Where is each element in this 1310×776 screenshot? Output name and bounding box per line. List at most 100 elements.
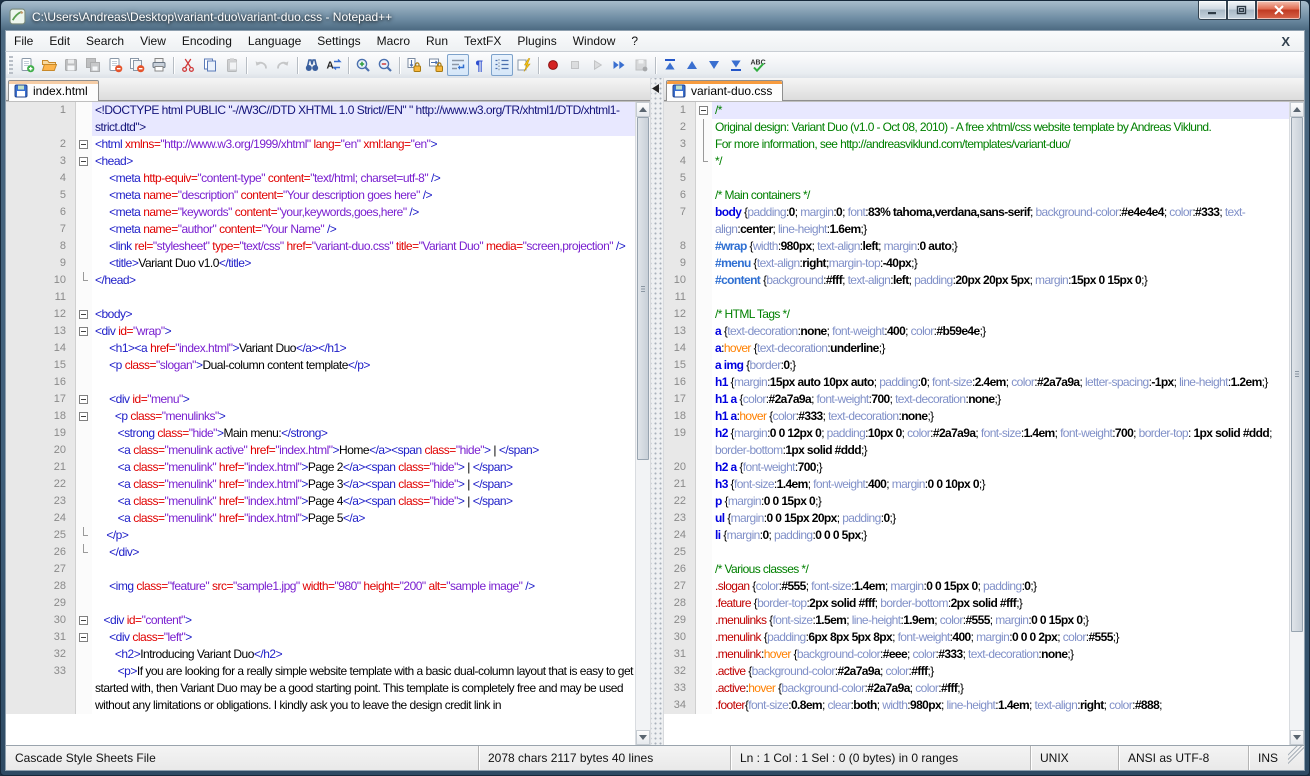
line-number[interactable]: 8 bbox=[664, 238, 696, 255]
code-text[interactable]: <meta name="description" content="Your d… bbox=[92, 187, 635, 204]
menu-item-plugins[interactable]: Plugins bbox=[509, 31, 564, 51]
line-number[interactable]: 25 bbox=[664, 544, 696, 561]
code-text[interactable]: <link rel="stylesheet" type="text/css" h… bbox=[92, 238, 635, 255]
line-number[interactable]: 34 bbox=[664, 697, 696, 714]
fold-margin[interactable] bbox=[76, 612, 92, 629]
line-number[interactable]: 16 bbox=[6, 374, 76, 391]
line-number[interactable]: 15 bbox=[664, 357, 696, 374]
undo-button[interactable] bbox=[250, 54, 272, 76]
line-number[interactable]: 30 bbox=[664, 629, 696, 646]
cut-button[interactable] bbox=[177, 54, 199, 76]
line-number[interactable]: 11 bbox=[664, 289, 696, 306]
line-number[interactable]: 29 bbox=[664, 612, 696, 629]
line-number[interactable]: 19 bbox=[6, 425, 76, 442]
code-text[interactable]: <!DOCTYPE html PUBLIC "-//W3C//DTD XHTML… bbox=[92, 102, 635, 136]
code-text[interactable]: <div id="wrap"> bbox=[92, 323, 635, 340]
line-number[interactable]: 14 bbox=[664, 340, 696, 357]
open-file-button[interactable] bbox=[38, 54, 60, 76]
code-text[interactable]: <p class="menulinks"> bbox=[92, 408, 635, 425]
fold-margin[interactable] bbox=[76, 323, 92, 340]
save-all-button[interactable] bbox=[82, 54, 104, 76]
code-text[interactable]: <a class="menulink" href="index.html">Pa… bbox=[92, 459, 635, 476]
line-number[interactable]: 9 bbox=[664, 255, 696, 272]
code-text[interactable]: </head> bbox=[92, 272, 635, 289]
code-text[interactable]: #wrap {width:980px; text-align:left; mar… bbox=[712, 238, 1289, 255]
collapse-fold-icon[interactable] bbox=[79, 157, 88, 166]
tab-index-html[interactable]: index.html bbox=[8, 80, 99, 101]
line-number[interactable]: 12 bbox=[664, 306, 696, 323]
zoom-out-button[interactable] bbox=[374, 54, 396, 76]
code-text[interactable]: #menu {text-align:right;margin-top:-40px… bbox=[712, 255, 1289, 272]
code-text[interactable]: h2 a {font-weight:700;} bbox=[712, 459, 1289, 476]
sync-horizontal-scrolling-button[interactable] bbox=[425, 54, 447, 76]
spell-check-button[interactable]: ABC bbox=[747, 54, 769, 76]
line-number[interactable]: 20 bbox=[6, 442, 76, 459]
code-text[interactable]: .active:hover {background-color:#2a7a9a;… bbox=[712, 680, 1289, 697]
scroll-up-button[interactable] bbox=[1290, 102, 1304, 117]
line-number[interactable]: 3 bbox=[6, 153, 76, 170]
save-file-button[interactable] bbox=[60, 54, 82, 76]
line-number[interactable]: 7 bbox=[6, 221, 76, 238]
code-text[interactable]: <h2>Introducing Variant Duo</h2> bbox=[92, 646, 635, 663]
menu-item-[interactable]: ? bbox=[623, 31, 646, 51]
code-text[interactable]: <div class="left"> bbox=[92, 629, 635, 646]
code-text[interactable]: h1 a {color:#2a7a9a; font-weight:700; te… bbox=[712, 391, 1289, 408]
line-number[interactable]: 5 bbox=[6, 187, 76, 204]
code-text[interactable]: a {text-decoration:none; font-weight:400… bbox=[712, 323, 1289, 340]
menu-item-language[interactable]: Language bbox=[240, 31, 309, 51]
scrollbar-thumb[interactable] bbox=[637, 117, 649, 460]
code-text[interactable]: .slogan {color:#555; font-size:1.4em; ma… bbox=[712, 578, 1289, 595]
fold-margin[interactable] bbox=[76, 391, 92, 408]
code-text[interactable]: h2 {margin:0 0 12px 0; padding:10px 0; c… bbox=[712, 425, 1289, 459]
code-text[interactable]: .menulink {padding:6px 8px 5px 8px; font… bbox=[712, 629, 1289, 646]
menu-item-settings[interactable]: Settings bbox=[309, 31, 368, 51]
fold-margin[interactable] bbox=[76, 408, 92, 425]
line-number[interactable]: 16 bbox=[664, 374, 696, 391]
close-document-button[interactable]: X bbox=[1277, 34, 1294, 49]
scroll-down-button[interactable] bbox=[1290, 730, 1304, 745]
line-number[interactable]: 18 bbox=[6, 408, 76, 425]
line-number[interactable]: 17 bbox=[664, 391, 696, 408]
line-number[interactable]: 30 bbox=[6, 612, 76, 629]
code-text[interactable]: <a class="menulink" href="index.html">Pa… bbox=[92, 493, 635, 510]
line-number[interactable]: 13 bbox=[664, 323, 696, 340]
restore-button[interactable] bbox=[1227, 1, 1256, 20]
line-number[interactable]: 1 bbox=[6, 102, 76, 136]
line-number[interactable]: 7 bbox=[664, 204, 696, 238]
line-number[interactable]: 28 bbox=[664, 595, 696, 612]
code-text[interactable]: /* Main containers */ bbox=[712, 187, 1289, 204]
code-text[interactable]: Original design: Variant Duo (v1.0 - Oct… bbox=[712, 119, 1289, 136]
line-number[interactable]: 4 bbox=[664, 153, 696, 170]
line-number[interactable]: 28 bbox=[6, 578, 76, 595]
code-text[interactable]: <a class="menulink active" href="index.h… bbox=[92, 442, 635, 459]
collapse-fold-icon[interactable] bbox=[699, 106, 708, 115]
line-number[interactable]: 3 bbox=[664, 136, 696, 153]
word-wrap-button[interactable] bbox=[447, 54, 469, 76]
line-number[interactable]: 24 bbox=[6, 510, 76, 527]
line-number[interactable]: 24 bbox=[664, 527, 696, 544]
line-number[interactable]: 22 bbox=[664, 493, 696, 510]
line-number[interactable]: 31 bbox=[664, 646, 696, 663]
line-number[interactable]: 29 bbox=[6, 595, 76, 612]
collapse-fold-icon[interactable] bbox=[79, 633, 88, 642]
status-typing-mode[interactable]: INS bbox=[1248, 746, 1288, 770]
find-button[interactable] bbox=[301, 54, 323, 76]
code-text[interactable]: <a class="menulink" href="index.html">Pa… bbox=[92, 510, 635, 527]
code-text[interactable]: <meta http-equiv="content-type" content=… bbox=[92, 170, 635, 187]
line-number[interactable]: 20 bbox=[664, 459, 696, 476]
tab-variant-duo-css[interactable]: variant-duo.css bbox=[666, 80, 783, 101]
code-text[interactable]: h1 a:hover {color:#333; text-decoration:… bbox=[712, 408, 1289, 425]
line-number[interactable]: 10 bbox=[6, 272, 76, 289]
menu-item-window[interactable]: Window bbox=[565, 31, 624, 51]
line-number[interactable]: 15 bbox=[6, 357, 76, 374]
line-number[interactable]: 21 bbox=[6, 459, 76, 476]
line-number[interactable]: 32 bbox=[664, 663, 696, 680]
code-text[interactable]: li {margin:0; padding:0 0 0 5px;} bbox=[712, 527, 1289, 544]
fold-margin[interactable] bbox=[76, 629, 92, 646]
menu-item-search[interactable]: Search bbox=[78, 31, 132, 51]
collapse-fold-icon[interactable] bbox=[79, 412, 88, 421]
title-bar[interactable]: C:\Users\Andreas\Desktop\variant-duo\var… bbox=[5, 1, 1305, 30]
code-text[interactable]: <div id="menu"> bbox=[92, 391, 635, 408]
line-number[interactable]: 25 bbox=[6, 527, 76, 544]
line-number[interactable]: 2 bbox=[664, 119, 696, 136]
